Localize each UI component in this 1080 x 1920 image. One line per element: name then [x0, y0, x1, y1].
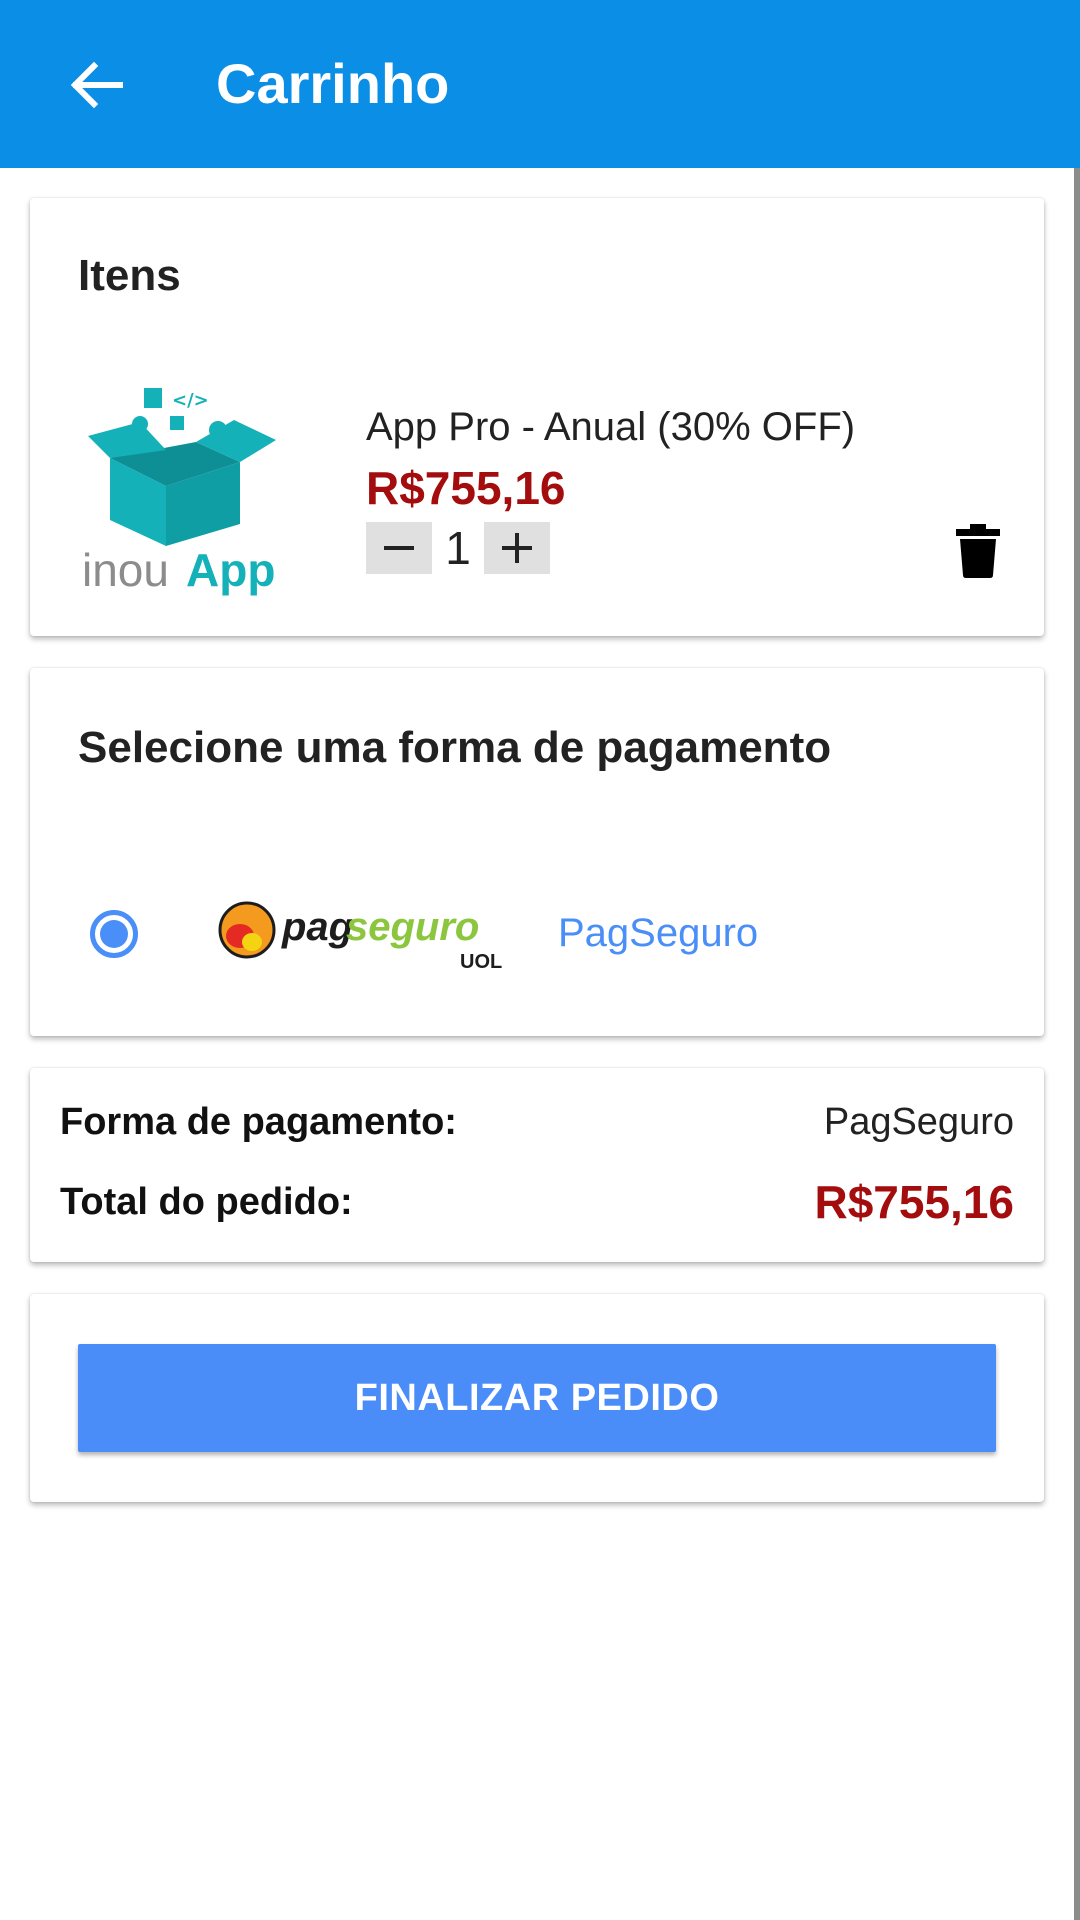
app-bar: Carrinho: [0, 0, 1080, 168]
delete-item-button[interactable]: [950, 520, 1006, 582]
scrollbar[interactable]: [1074, 168, 1080, 1920]
finalize-order-button[interactable]: FINALIZAR PEDIDO: [78, 1344, 996, 1452]
quantity-value: 1: [445, 522, 471, 574]
decrement-quantity-button[interactable]: [366, 522, 432, 574]
payment-card: Selecione uma forma de pagamento pag seg…: [30, 668, 1044, 1036]
payment-method-label: Forma de pagamento:: [60, 1101, 457, 1143]
svg-text:pag: pag: [281, 905, 353, 949]
order-total-label: Total do pedido:: [60, 1181, 353, 1223]
page-title: Carrinho: [216, 52, 450, 115]
payment-method-value: PagSeguro: [823, 1101, 1014, 1143]
payment-section-title: Selecione uma forma de pagamento: [78, 723, 832, 772]
product-image: </> inou App: [82, 388, 276, 596]
pagseguro-logo: pag seguro UOL: [218, 901, 502, 973]
product-name: App Pro - Anual (30% OFF): [366, 405, 856, 449]
items-section-title: Itens: [78, 251, 181, 300]
arrow-left-icon: [70, 61, 123, 109]
items-card: Itens </> inou App App Pro - Anual (30% …: [30, 198, 1044, 636]
back-button[interactable]: [56, 50, 136, 120]
svg-text:App: App: [186, 544, 275, 596]
product-price: R$755,16: [366, 462, 566, 514]
order-summary-card: Forma de pagamento: PagSeguro Total do p…: [30, 1068, 1044, 1262]
plus-icon: [502, 533, 532, 563]
trash-icon: [956, 524, 1000, 578]
svg-text:seguro: seguro: [346, 905, 479, 949]
svg-text:UOL: UOL: [460, 951, 502, 973]
svg-text:inou: inou: [82, 544, 169, 596]
svg-text:</>: </>: [172, 390, 209, 411]
order-total-value: R$755,16: [814, 1176, 1015, 1228]
payment-option-label[interactable]: PagSeguro: [558, 908, 758, 958]
action-card: FINALIZAR PEDIDO: [30, 1294, 1044, 1502]
radio-selected-dot: [100, 920, 128, 948]
increment-quantity-button[interactable]: [484, 522, 550, 574]
payment-radio[interactable]: [90, 910, 138, 958]
payment-option-pagseguro[interactable]: pag seguro UOL PagSeguro: [78, 890, 978, 976]
minus-icon: [384, 546, 414, 550]
